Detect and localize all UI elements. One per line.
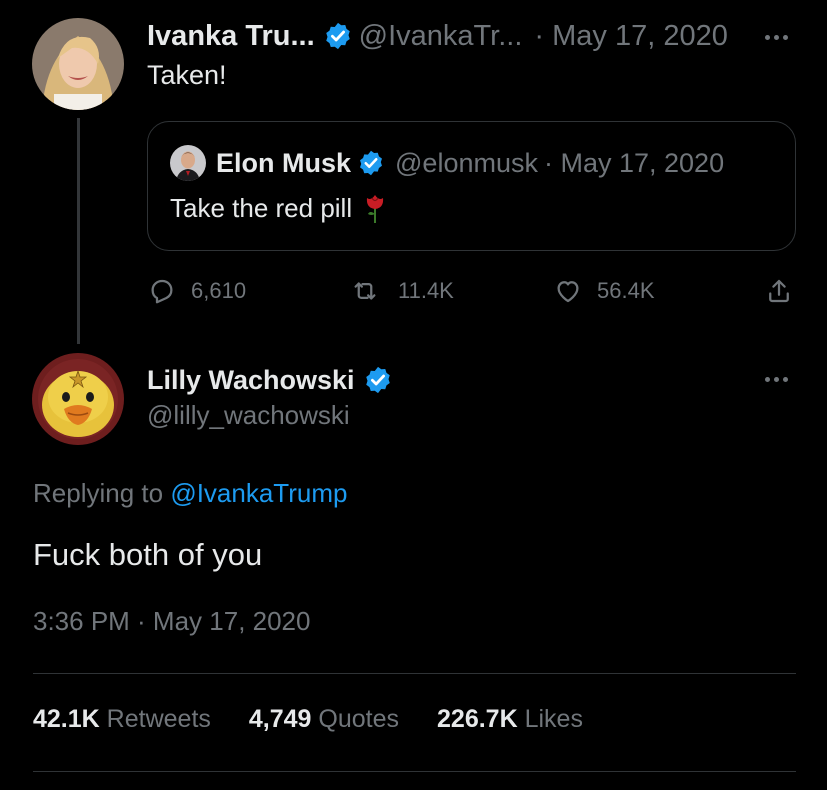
reply-timestamp[interactable]: 3:36 PM · May 17, 2020: [33, 606, 310, 637]
heart-icon: [557, 281, 579, 303]
share-icon: [769, 279, 789, 303]
like-button[interactable]: 56.4K: [553, 276, 655, 306]
rose-icon: [367, 195, 384, 223]
thread-connector-line: [77, 118, 80, 344]
parent-tweet-header: Ivanka Tru... @IvankaTr... · May 17, 202…: [147, 16, 728, 56]
quote-author-handle[interactable]: @elonmusk: [395, 148, 538, 179]
quote-author-name[interactable]: Elon Musk: [216, 148, 351, 179]
elon-avatar[interactable]: [170, 145, 206, 181]
replying-to-line: Replying to @IvankaTrump: [33, 478, 347, 509]
quote-text: Take the red pill: [170, 192, 353, 223]
tweet-action-bar: 6,610 11.4K 56.4K: [147, 276, 797, 312]
verified-badge-icon: [363, 365, 393, 395]
retweet-button[interactable]: 11.4K: [350, 276, 454, 306]
reply-author-handle[interactable]: @lilly_wachowski: [147, 400, 350, 431]
quotes-stat[interactable]: 4,749 Quotes: [249, 705, 399, 734]
likes-stat[interactable]: 226.7K Likes: [437, 705, 583, 734]
tweet-date[interactable]: · May 17, 2020: [534, 20, 727, 53]
engagement-stats: 42.1K Retweets 4,749 Quotes 226.7K Likes: [33, 705, 583, 734]
more-options-icon[interactable]: [765, 35, 788, 40]
divider: [33, 771, 796, 772]
retweet-icon: [354, 282, 376, 300]
tweet-text: Taken!: [147, 60, 227, 90]
quote-date[interactable]: · May 17, 2020: [544, 148, 724, 179]
share-button[interactable]: [764, 276, 794, 306]
reply-author-header: Lilly Wachowski: [147, 362, 393, 398]
quotes-label: Quotes: [318, 705, 400, 733]
ivanka-avatar[interactable]: [32, 18, 124, 110]
duck-avatar[interactable]: [32, 353, 124, 445]
retweet-count: 11.4K: [398, 278, 454, 303]
author-name[interactable]: Ivanka Tru...: [147, 20, 315, 53]
replying-to-mention-link[interactable]: @IvankaTrump: [170, 478, 347, 508]
retweets-stat[interactable]: 42.1K Retweets: [33, 705, 211, 734]
verified-badge-icon: [323, 21, 353, 51]
replying-to-label: Replying to: [33, 478, 164, 508]
likes-count: 226.7K: [437, 705, 518, 733]
reply-author-name[interactable]: Lilly Wachowski: [147, 365, 355, 396]
likes-label: Likes: [524, 705, 583, 733]
verified-badge-icon: [357, 149, 385, 177]
quotes-count: 4,749: [248, 705, 312, 733]
more-options-icon[interactable]: [765, 377, 788, 382]
like-count: 56.4K: [597, 278, 655, 303]
retweets-count: 42.1K: [33, 705, 100, 733]
reply-count: 6,610: [191, 278, 247, 303]
reply-button[interactable]: 6,610: [147, 276, 246, 306]
quoted-tweet-card[interactable]: Elon Musk @elonmusk · May 17, 2020 Take …: [147, 121, 796, 251]
reply-icon: [151, 279, 173, 304]
divider: [33, 673, 796, 674]
author-handle[interactable]: @IvankaTr...: [359, 20, 523, 53]
retweets-label: Retweets: [106, 705, 211, 733]
reply-tweet-text: Fuck both of you: [33, 537, 263, 572]
